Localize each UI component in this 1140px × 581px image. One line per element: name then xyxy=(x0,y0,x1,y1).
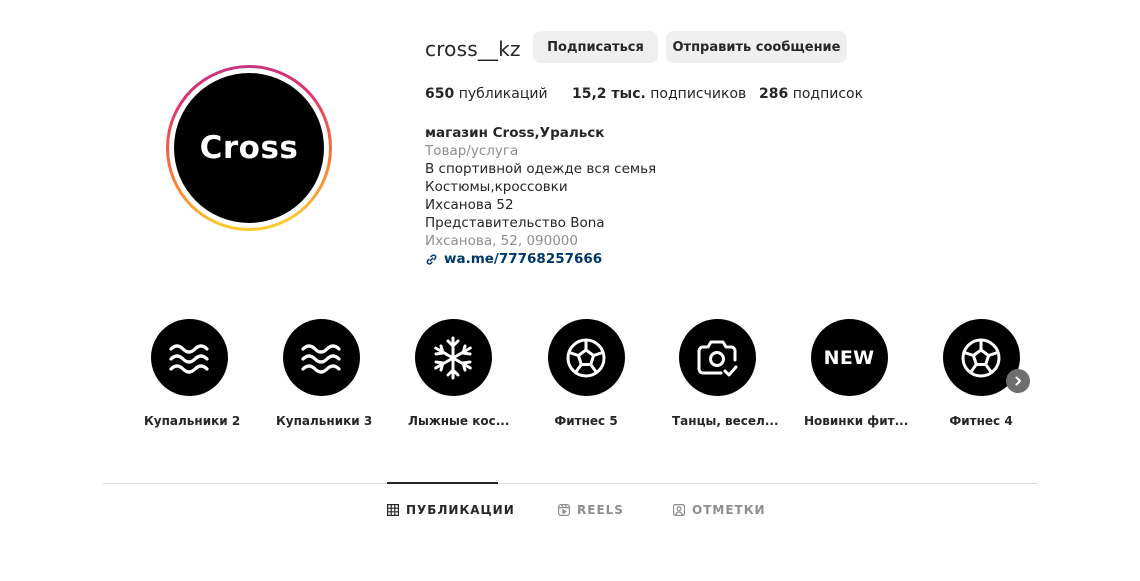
bio-line: В спортивной одежде вся семья xyxy=(425,161,657,177)
tabs-divider xyxy=(103,483,1038,484)
soccer-ball-icon xyxy=(961,338,1001,377)
highlights-next-button[interactable] xyxy=(1006,369,1030,393)
follow-button[interactable]: Подписаться xyxy=(533,31,658,63)
avatar-logo-text: Cross xyxy=(199,130,299,166)
highlight-item[interactable]: Купальники 2 xyxy=(144,319,241,428)
highlight-cover[interactable] xyxy=(282,319,360,396)
highlight-cover[interactable] xyxy=(678,319,756,396)
username: cross__kz xyxy=(425,37,521,61)
bio-line: Представительство Bona xyxy=(425,215,605,231)
tab-reels[interactable]: REELS xyxy=(558,503,624,517)
highlight-cover[interactable] xyxy=(547,319,625,396)
bio-link-text: wa.me/77768257666 xyxy=(444,251,603,267)
highlight-item[interactable]: Танцы, весел... xyxy=(672,319,779,428)
highlight-label: Лыжные кос... xyxy=(408,414,510,428)
highlight-cover[interactable] xyxy=(414,319,492,396)
camera-check-icon xyxy=(697,340,738,376)
bio-address[interactable]: Ихсанова, 52, 090000 xyxy=(425,232,656,250)
snowflake-icon xyxy=(434,336,472,379)
highlight-cover[interactable]: NEW xyxy=(810,319,888,396)
highlight-label: Фитнес 4 xyxy=(949,414,1013,428)
send-message-button[interactable]: Отправить сообщение xyxy=(666,31,847,63)
active-tab-indicator xyxy=(387,482,498,484)
soccer-ball-icon xyxy=(566,338,606,377)
highlight-label: Новинки фит... xyxy=(804,414,909,428)
profile-bio: магазин Cross,Уральск Товар/услуга В спо… xyxy=(425,124,656,268)
bio-line: Ихсанова 52 xyxy=(425,197,514,213)
link-icon xyxy=(426,253,437,265)
tab-posts[interactable]: ПУБЛИКАЦИИ xyxy=(387,503,515,517)
bio-link[interactable]: wa.me/77768257666 xyxy=(425,250,656,268)
chevron-right-icon xyxy=(1015,376,1021,386)
highlight-label: Танцы, весел... xyxy=(672,414,779,428)
bio-line: Костюмы,кроссовки xyxy=(425,179,568,195)
grid-icon xyxy=(387,504,399,516)
reels-icon xyxy=(558,504,570,516)
stat-posts: 650 публикаций xyxy=(425,86,548,102)
highlight-label: Купальники 3 xyxy=(276,414,373,428)
tab-posts-label: ПУБЛИКАЦИИ xyxy=(406,503,515,517)
tab-reels-label: REELS xyxy=(577,503,624,517)
highlight-item[interactable]: Лыжные кос... xyxy=(408,319,510,428)
new-badge-icon: NEW xyxy=(823,346,875,369)
highlight-item[interactable]: Купальники 3 xyxy=(276,319,373,428)
waves-icon xyxy=(301,343,341,374)
highlight-label: Купальники 2 xyxy=(144,414,241,428)
tagged-user-icon xyxy=(673,504,685,516)
stat-followers[interactable]: 15,2 тыс. подписчиков xyxy=(572,86,746,102)
tab-tagged-label: ОТМЕТКИ xyxy=(692,503,766,517)
waves-icon xyxy=(169,343,209,374)
highlight-item[interactable]: NEW Новинки фит... xyxy=(804,319,909,428)
highlight-label: Фитнес 5 xyxy=(554,414,618,428)
highlight-item[interactable]: Фитнес 5 xyxy=(541,319,631,428)
stat-following[interactable]: 286 подписок xyxy=(759,86,863,102)
tab-tagged[interactable]: ОТМЕТКИ xyxy=(673,503,766,517)
profile-avatar-ring[interactable]: Cross xyxy=(166,65,332,231)
avatar[interactable]: Cross xyxy=(174,73,324,223)
bio-name: магазин Cross,Уральск xyxy=(425,125,605,141)
bio-category: Товар/услуга xyxy=(425,143,519,159)
highlight-cover[interactable] xyxy=(150,319,228,396)
